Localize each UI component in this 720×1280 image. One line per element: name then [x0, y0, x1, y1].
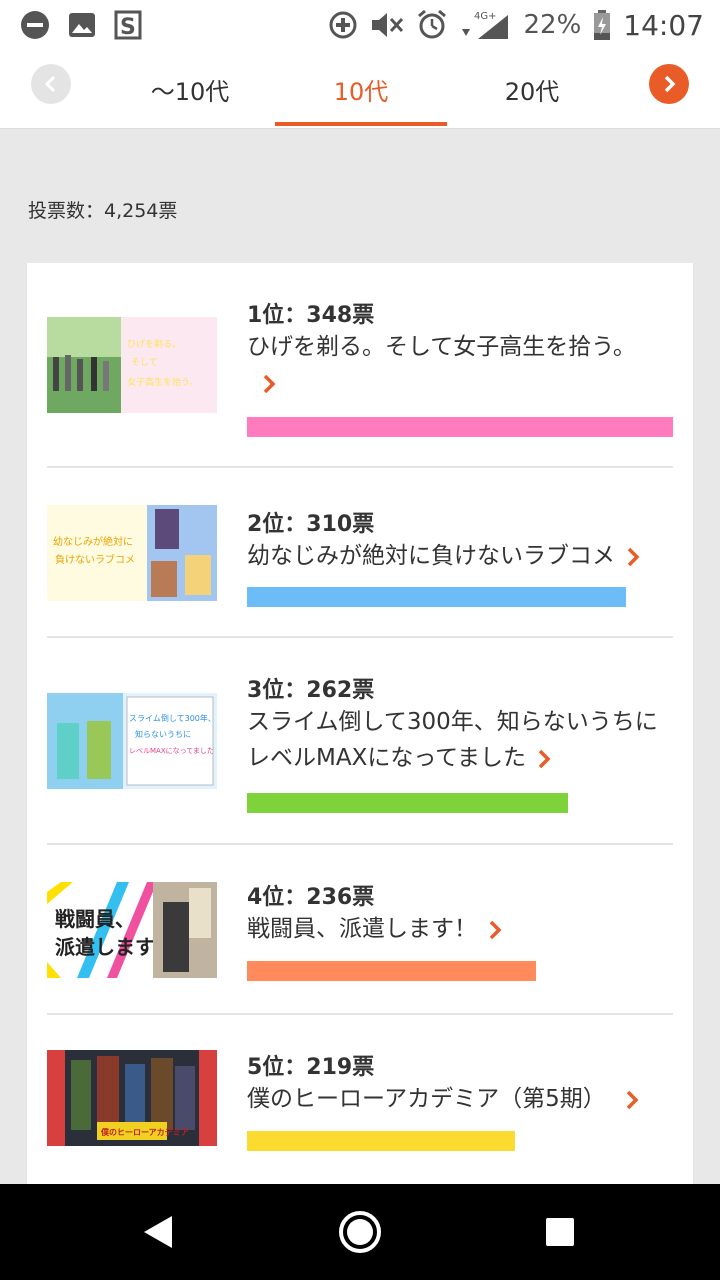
- thumbnail-5: 僕のヒーローアカデミア: [47, 1050, 217, 1146]
- title-text-1: ひげを剃る。そして女子高生を拾う。: [247, 334, 636, 360]
- title-1: ひげを剃る。そして女子高生を拾う。: [247, 329, 677, 401]
- network-type: 4G+: [474, 11, 497, 22]
- home-circle-icon: [339, 1211, 381, 1253]
- rank-label-5: 5位：219票: [247, 1055, 375, 1080]
- thumbnail-1: ひげを剃る。 そして 女子高生を拾う。: [47, 317, 217, 413]
- clock: 14:07: [623, 8, 704, 42]
- thumbnail-3-text-3: レベルMAXになってました: [129, 747, 214, 755]
- alarm-icon: [416, 9, 448, 41]
- vote-bar-1: [247, 417, 673, 437]
- back-button[interactable]: [130, 1204, 186, 1260]
- app-s-icon: S: [114, 10, 142, 40]
- vote-bar-4: [247, 961, 536, 981]
- home-button[interactable]: [332, 1204, 388, 1260]
- rank-label-1: 1位：348票: [247, 303, 375, 328]
- tab-20s[interactable]: 20代: [462, 50, 602, 128]
- tab-10s[interactable]: 10代: [275, 50, 447, 128]
- chevron-right-icon: [538, 749, 551, 768]
- ranking-item-2[interactable]: 幼なじみが絶対に 負けないラブコメ 2位：310票 幼なじみが絶対に負けないラブ…: [47, 468, 673, 638]
- thumbnail-2: 幼なじみが絶対に 負けないラブコメ: [47, 505, 217, 601]
- thumbnail-1-text-2: そして: [131, 357, 158, 368]
- active-tab-indicator: [275, 122, 447, 126]
- status-bar: S 4G+ 22% 14:07: [0, 0, 720, 50]
- recents-square-icon: [546, 1218, 574, 1246]
- next-tab-button[interactable]: [649, 64, 689, 104]
- total-votes: 投票数：4,254票: [28, 200, 178, 222]
- thumbnail-2-text-2: 負けないラブコメ: [55, 553, 135, 566]
- title-3: スライム倒して300年、知らないうちに レベルMAXになってました: [247, 704, 677, 776]
- title-text-5: 僕のヒーローアカデミア（第5期）: [247, 1086, 606, 1112]
- chevron-right-icon: [664, 75, 676, 93]
- battery-percent: 22%: [523, 10, 582, 40]
- thumbnail-3-text-2: 知らないうちに: [135, 729, 191, 739]
- thumbnail-3: スライム倒して300年、 知らないうちに レベルMAXになってました: [47, 693, 217, 789]
- signal-icon: 4G+: [460, 9, 512, 41]
- vote-bar-3: [247, 793, 568, 813]
- title-2: 幼なじみが絶対に負けないラブコメ: [247, 538, 677, 574]
- rank-label-2: 2位：310票: [247, 512, 375, 537]
- tab-under-10s[interactable]: 〜10代: [120, 50, 260, 128]
- system-navigation-bar: [0, 1184, 720, 1280]
- ranking-item-1[interactable]: ひげを剃る。 そして 女子高生を拾う。 1位：348票 ひげを剃る。そして女子高…: [47, 263, 673, 437]
- ranking-item-3[interactable]: スライム倒して300年、 知らないうちに レベルMAXになってました 3位：26…: [47, 638, 673, 813]
- title-line-3a: スライム倒して300年、知らないうちに: [247, 709, 658, 735]
- back-triangle-icon: [144, 1216, 172, 1248]
- vote-bar-2: [247, 587, 626, 607]
- svg-text:S: S: [120, 15, 136, 40]
- image-icon: [68, 12, 96, 38]
- rank-label-4: 4位：236票: [247, 885, 375, 910]
- data-saver-icon: [328, 10, 358, 40]
- title-text-2: 幼なじみが絶対に負けないラブコメ: [247, 543, 615, 569]
- title-text-4: 戦闘員、派遣します！: [247, 916, 477, 942]
- chevron-right-icon: [627, 547, 640, 566]
- thumbnail-4-text-2: 派遣します: [55, 935, 155, 959]
- previous-tab-button[interactable]: [31, 64, 71, 104]
- ranking-item-5[interactable]: 僕のヒーローアカデミア 5位：219票 僕のヒーローアカデミア（第5期）: [47, 1015, 673, 1185]
- battery-icon: [593, 9, 611, 41]
- ranking-list: ひげを剃る。 そして 女子高生を拾う。 1位：348票 ひげを剃る。そして女子高…: [27, 263, 693, 1203]
- title-5: 僕のヒーローアカデミア（第5期）: [247, 1081, 677, 1117]
- chevron-right-icon: [626, 1090, 639, 1109]
- chevron-left-icon: [44, 75, 56, 93]
- thumbnail-5-text: 僕のヒーローアカデミア: [100, 1127, 189, 1137]
- ranking-item-4[interactable]: 戦闘員、 派遣します 4位：236票 戦闘員、派遣します！: [47, 845, 673, 1015]
- rank-label-3: 3位：262票: [247, 678, 375, 703]
- mute-icon: [370, 10, 404, 40]
- title-4: 戦闘員、派遣します！: [247, 911, 677, 947]
- do-not-disturb-icon: [20, 10, 50, 40]
- thumbnail-3-text-1: スライム倒して300年、: [129, 713, 216, 723]
- thumbnail-1-text-1: ひげを剃る。: [127, 338, 181, 350]
- thumbnail-2-text-1: 幼なじみが絶対に: [53, 535, 133, 548]
- vote-bar-5: [247, 1131, 515, 1151]
- recents-button[interactable]: [532, 1204, 588, 1260]
- thumbnail-4: 戦闘員、 派遣します: [47, 882, 217, 978]
- age-tab-bar: 〜10代 10代 20代: [0, 50, 720, 129]
- thumbnail-4-text-1: 戦闘員、: [55, 907, 135, 931]
- title-line-3b: レベルMAXになってました: [247, 745, 527, 771]
- chevron-right-icon: [489, 920, 502, 939]
- thumbnail-1-text-3: 女子高生を拾う。: [127, 376, 198, 388]
- chevron-right-icon: [263, 374, 276, 393]
